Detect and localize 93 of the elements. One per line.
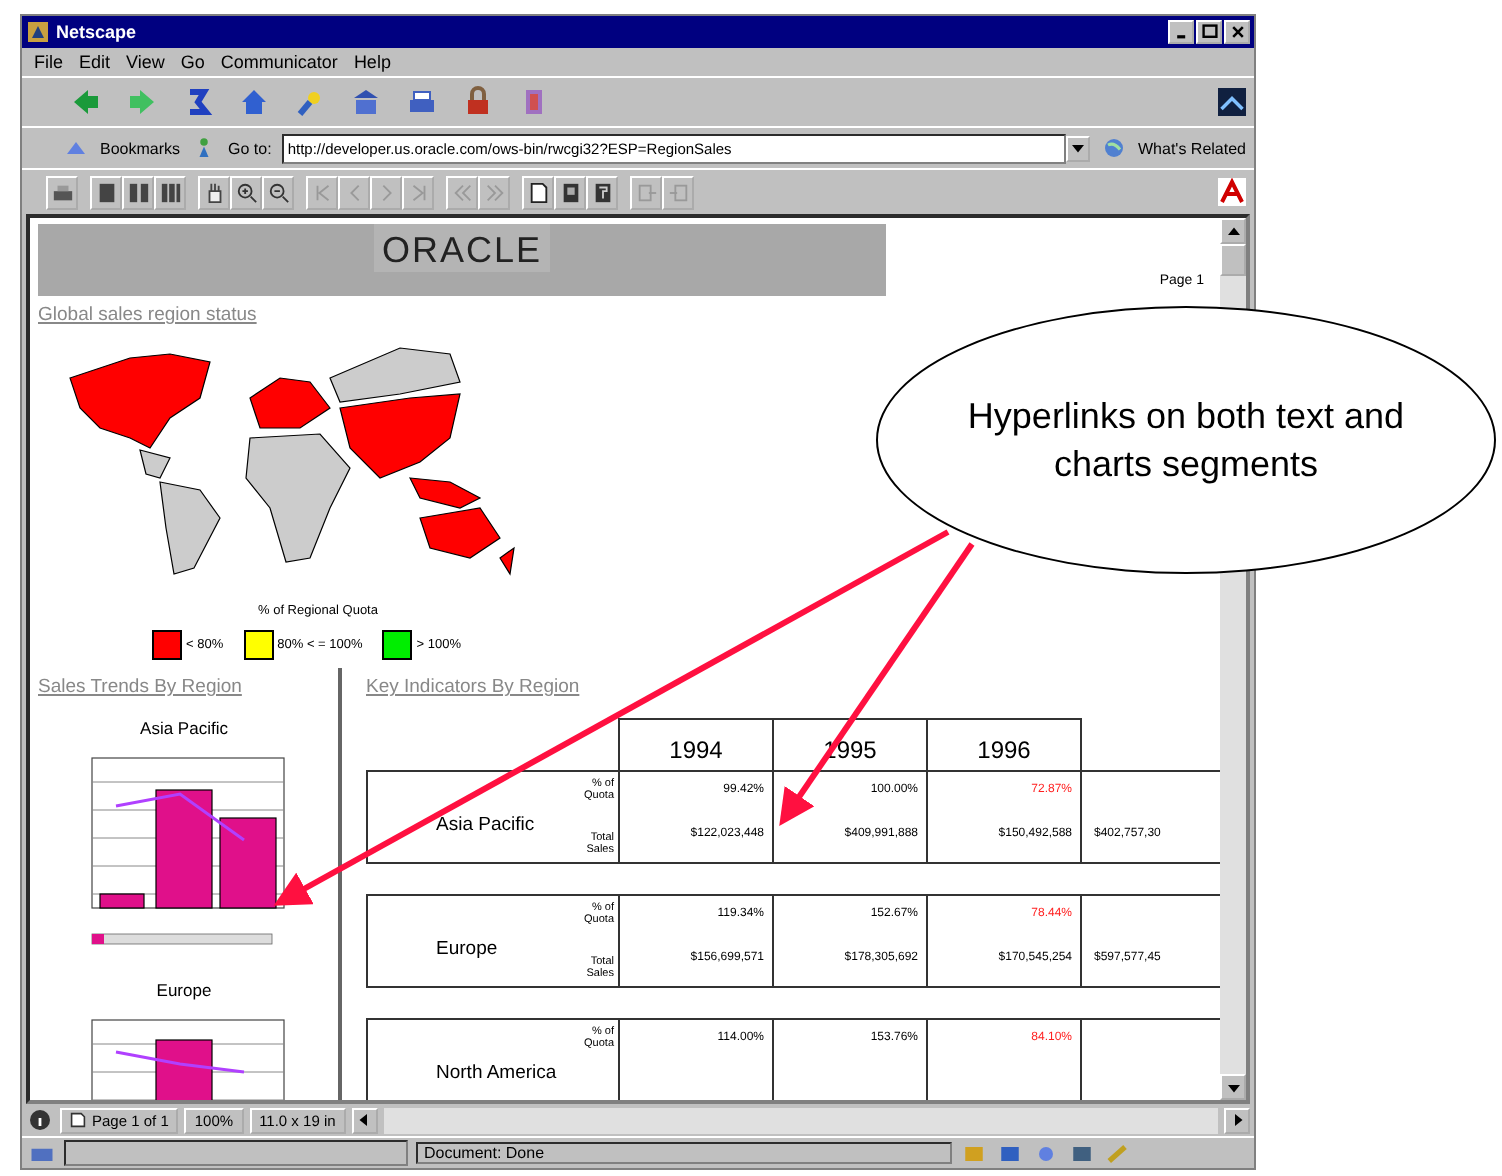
last-icon <box>407 181 429 203</box>
document-button[interactable] <box>586 175 618 209</box>
chart-bar[interactable] <box>219 817 277 909</box>
pages-icon <box>159 181 181 203</box>
two-page-button[interactable] <box>122 175 154 209</box>
bookmarks-button[interactable]: Bookmarks <box>100 139 181 157</box>
close-icon <box>1229 24 1245 40</box>
double-left-icon <box>451 181 473 203</box>
menu-item[interactable]: Communicator <box>220 52 338 72</box>
search-icon[interactable] <box>294 86 326 118</box>
home-icon[interactable] <box>238 86 270 118</box>
map-link[interactable]: Global sales region status <box>38 304 257 326</box>
acrobat-icon[interactable] <box>1218 178 1246 206</box>
scroll-thumb[interactable] <box>1220 244 1246 276</box>
building-icon[interactable] <box>350 86 382 118</box>
first-icon <box>311 181 333 203</box>
document-icon <box>591 181 613 203</box>
left-arrow-icon <box>358 1114 371 1126</box>
region-name[interactable]: Europe <box>436 938 562 960</box>
scroll-track[interactable] <box>383 1107 1218 1133</box>
first-page-button[interactable] <box>306 175 338 209</box>
year-header: 1996 <box>926 718 1082 770</box>
right-arrow-icon <box>1231 1114 1243 1126</box>
export-button[interactable] <box>630 175 662 209</box>
app-icon <box>26 20 50 44</box>
scroll-down-button[interactable] <box>1220 1074 1246 1100</box>
zoom-out-icon <box>267 181 289 203</box>
info-icon[interactable] <box>26 1108 54 1132</box>
multi-page-button[interactable] <box>154 175 186 209</box>
hand-button[interactable] <box>198 175 230 209</box>
zoom-in-icon <box>235 181 257 203</box>
chart-title: Europe <box>156 980 212 1000</box>
import-button[interactable] <box>662 175 694 209</box>
maximize-button[interactable] <box>1196 20 1222 44</box>
menu-item[interactable]: Go <box>180 52 205 72</box>
print-button[interactable] <box>46 175 78 209</box>
double-right-icon <box>483 181 505 203</box>
forward-history-button[interactable] <box>478 175 510 209</box>
up-arrow-icon <box>1227 225 1239 237</box>
dropdown-button[interactable] <box>1066 135 1090 161</box>
indicators-link[interactable]: Key Indicators By Region <box>366 676 580 698</box>
import-icon <box>667 181 689 203</box>
goto-label: Go to: <box>228 139 272 157</box>
next-page-button[interactable] <box>370 175 402 209</box>
document-icon <box>559 181 581 203</box>
new-document-button[interactable] <box>522 175 554 209</box>
page-icon <box>95 181 117 203</box>
close-button[interactable] <box>1224 20 1250 44</box>
document-button[interactable] <box>554 175 586 209</box>
single-page-button[interactable] <box>90 175 122 209</box>
page-icon <box>70 1112 86 1128</box>
trend-line <box>115 792 245 842</box>
printer-icon <box>51 181 73 203</box>
window-title: Netscape <box>56 22 137 42</box>
hand-icon <box>203 181 225 203</box>
region-name[interactable]: North America <box>436 1062 562 1084</box>
component-icon[interactable] <box>1068 1141 1096 1165</box>
scroll-left-button[interactable] <box>351 1107 378 1133</box>
status-text: Document: Done <box>416 1142 952 1164</box>
whats-related-button[interactable]: What's Related <box>1138 139 1246 157</box>
menu-item[interactable]: File <box>34 52 64 72</box>
lock-icon[interactable] <box>462 86 494 118</box>
chart-bar[interactable] <box>155 789 213 909</box>
chart-bar[interactable] <box>155 1039 213 1100</box>
previous-page-button[interactable] <box>338 175 370 209</box>
down-arrow-icon <box>1227 1081 1239 1093</box>
menu-item[interactable]: Help <box>353 52 391 72</box>
zoom-in-button[interactable] <box>230 175 262 209</box>
menu-item[interactable]: View <box>126 52 165 72</box>
globe-icon[interactable] <box>1100 136 1128 160</box>
menu-item[interactable]: Edit <box>79 52 111 72</box>
netscape-logo-icon <box>1218 88 1246 116</box>
minimize-button[interactable] <box>1168 20 1194 44</box>
trend-line <box>115 1050 245 1074</box>
print-icon[interactable] <box>406 86 438 118</box>
export-icon <box>635 181 657 203</box>
two-pages-icon <box>127 181 149 203</box>
chart-title: Asia Pacific <box>140 718 228 738</box>
zoom-out-button[interactable] <box>262 175 294 209</box>
back-icon[interactable] <box>70 86 102 118</box>
oracle-logo-text: ORACLE <box>373 224 551 272</box>
year-header: 1994 <box>618 718 774 770</box>
component-icon[interactable] <box>996 1141 1024 1165</box>
region-name[interactable]: Asia Pacific <box>436 814 562 836</box>
caret-icon <box>1072 142 1084 154</box>
trends-link[interactable]: Sales Trends By Region <box>38 676 242 698</box>
last-page-button[interactable] <box>402 175 434 209</box>
scroll-up-button[interactable] <box>1220 218 1246 244</box>
document-icon <box>527 181 549 203</box>
maximize-icon <box>1201 24 1217 40</box>
scroll-right-button[interactable] <box>1224 1107 1250 1133</box>
back-history-button[interactable] <box>446 175 478 209</box>
chart-bar[interactable] <box>99 893 145 909</box>
